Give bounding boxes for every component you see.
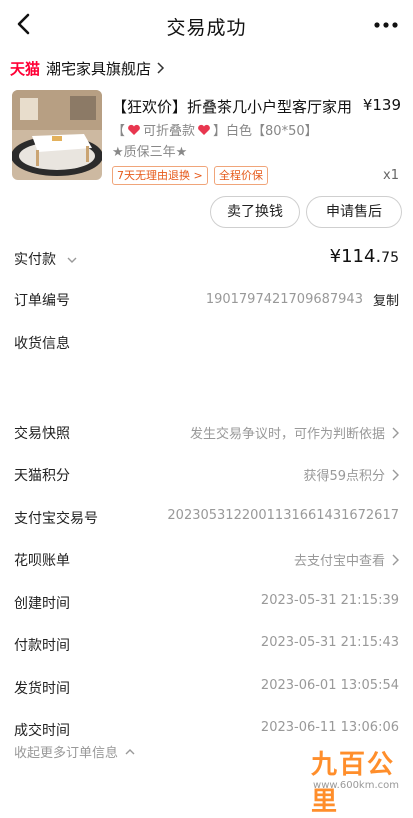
huabei-label: 花呗账单 <box>14 553 70 569</box>
huabei-text: 去支付宝中查看 <box>293 554 385 569</box>
copy-button[interactable]: 复制 <box>373 290 399 309</box>
done-label: 成交时间 <box>14 723 70 739</box>
chevron-down-icon <box>67 257 77 263</box>
quantity: x1 <box>383 168 399 183</box>
watermark: 九百公里 www.600km.com <box>293 738 403 817</box>
chevron-right-icon <box>392 469 399 480</box>
product-warranty: ★质保三年★ <box>112 145 188 160</box>
paid-label: 实付款 <box>14 249 78 269</box>
paid-label-text: 实付款 <box>14 252 56 268</box>
heart-icon <box>128 124 140 135</box>
more-icon[interactable] <box>373 20 399 30</box>
snapshot-value: 发生交易争议时，可作为判断依据 <box>190 423 399 442</box>
paid-time-row: 付款时间 2023-05-31 21:15:43 <box>14 635 399 657</box>
address-row: 收货信息 <box>14 333 399 355</box>
price-protect-tag: 全程价保 <box>214 166 268 185</box>
huabei-value: 去支付宝中查看 <box>294 550 399 569</box>
collapse-more-button[interactable]: 收起更多订单信息 <box>14 742 136 761</box>
points-value: 获得59点积分 <box>303 465 399 484</box>
chevron-up-icon <box>125 748 135 754</box>
nav-bar: 交易成功 <box>0 0 413 50</box>
snapshot-row[interactable]: 交易快照 发生交易争议时，可作为判断依据 <box>14 423 399 445</box>
shipped-label: 发货时间 <box>14 681 70 697</box>
spec-suffix: 】白色【80*50】 <box>213 124 318 139</box>
product-spec: 【 可折叠款 】白色【80*50】 <box>112 120 318 139</box>
after-sale-button[interactable]: 申请售后 <box>306 196 402 228</box>
alipay-row: 支付宝交易号 2023053122001131661431672617 <box>14 508 399 530</box>
page-title: 交易成功 <box>166 17 247 39</box>
store-name: 潮宅家具旗舰店 <box>46 59 152 78</box>
chevron-right-icon <box>392 554 399 565</box>
done-value: 2023-06-11 13:06:06 <box>260 720 399 735</box>
paid-amount: ¥114.75 <box>330 246 399 267</box>
watermark-url: www.600km.com <box>313 780 399 791</box>
shipped-row: 发货时间 2023-06-01 13:05:54 <box>14 678 399 700</box>
points-row[interactable]: 天猫积分 获得59点积分 <box>14 465 399 487</box>
collapse-label: 收起更多订单信息 <box>14 746 119 761</box>
alipay-value: 2023053122001131661431672617 <box>167 508 399 523</box>
created-row: 创建时间 2023-05-31 21:15:39 <box>14 593 399 615</box>
snapshot-label: 交易快照 <box>14 426 70 442</box>
spec-variant: 可折叠款 <box>143 124 196 139</box>
sell-button[interactable]: 卖了换钱 <box>210 196 300 228</box>
shipped-value: 2023-06-01 13:05:54 <box>260 678 399 693</box>
order-number-label: 订单编号 <box>14 293 70 309</box>
store-link[interactable]: 天猫 潮宅家具旗舰店 <box>10 56 166 80</box>
return-policy-tag[interactable]: 7天无理由退换 > <box>112 166 208 185</box>
tmall-logo: 天猫 <box>10 59 41 78</box>
paid-amount-cents: 75 <box>381 250 399 266</box>
paid-time-label: 付款时间 <box>14 638 70 654</box>
address-label: 收货信息 <box>14 336 70 352</box>
order-number-row: 订单编号 1901797421709687943 复制 <box>14 290 399 312</box>
heart-icon <box>198 124 210 135</box>
chevron-right-icon <box>157 62 165 74</box>
product-thumbnail[interactable] <box>12 90 102 180</box>
paid-time-value: 2023-05-31 21:15:43 <box>260 635 399 650</box>
order-number: 1901797421709687943 <box>205 292 363 307</box>
order-number-value: 1901797421709687943 复制 <box>206 290 399 309</box>
created-value: 2023-05-31 21:15:39 <box>260 593 399 608</box>
points-label: 天猫积分 <box>14 468 70 484</box>
spec-prefix: 【 <box>112 124 126 139</box>
chevron-right-icon <box>392 427 399 438</box>
alipay-label: 支付宝交易号 <box>14 511 98 527</box>
product-title[interactable]: 【狂欢价】折叠茶几小户型客厅家用 <box>112 96 352 117</box>
product-price: ¥139 <box>362 96 401 114</box>
huabei-row[interactable]: 花呗账单 去支付宝中查看 <box>14 550 399 572</box>
paid-amount-main: ¥114. <box>329 246 382 267</box>
paid-row[interactable]: 实付款 ¥114.75 <box>14 246 399 271</box>
snapshot-text: 发生交易争议时，可作为判断依据 <box>189 427 385 442</box>
points-text: 获得59点积分 <box>303 469 385 484</box>
created-label: 创建时间 <box>14 596 70 612</box>
